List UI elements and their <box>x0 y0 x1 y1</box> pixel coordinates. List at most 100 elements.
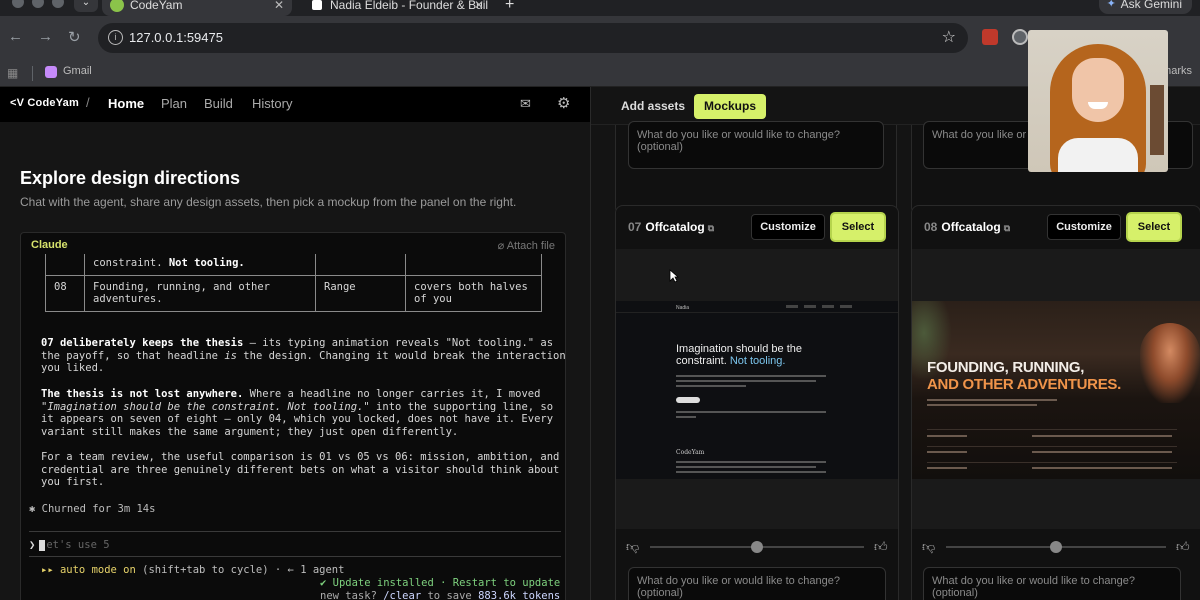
minimize-window-icon[interactable] <box>32 0 44 8</box>
mockup-text-line <box>927 399 1057 401</box>
breadcrumb-separator: / <box>86 95 90 110</box>
webcam-video-overlay <box>1028 30 1168 172</box>
tab-mockups[interactable]: Mockups <box>694 94 767 119</box>
mockup-nav-item <box>822 305 834 308</box>
mockup-page-08: FOUNDING, RUNNING, AND OTHER ADVENTURES. <box>912 301 1200 479</box>
prompt-input[interactable]: ❯ et's use 5 <box>29 539 110 552</box>
codeyam-logo[interactable]: <V CodeYam <box>10 97 79 109</box>
nav-home[interactable]: Home <box>108 96 144 111</box>
mail-icon[interactable]: ✉ <box>520 96 531 112</box>
card-name: Offcatalog <box>941 220 1001 234</box>
tab-title: Nadia Eldeib - Founder & Buil <box>330 0 489 12</box>
gmail-bookmark-icon <box>45 66 57 78</box>
mockup-divider <box>927 446 1177 447</box>
rating-slider[interactable]: 👎︎ 👍︎ <box>922 539 1192 555</box>
slider-knob[interactable] <box>1050 541 1062 553</box>
agent-name: Claude <box>31 239 68 251</box>
token-count: 883.6k tokens <box>478 590 561 600</box>
ask-gemini-label: Ask Gemini <box>1120 0 1182 11</box>
gear-icon[interactable]: ⚙ <box>557 94 570 112</box>
mockup-preview[interactable]: Nadia Imagination should be the constrai… <box>616 249 898 529</box>
close-window-icon[interactable] <box>12 0 24 8</box>
thumbs-down-icon[interactable]: 👎︎ <box>922 539 935 555</box>
url-text: 127.0.0.1:59475 <box>129 30 223 45</box>
mockup-text-line <box>676 471 826 473</box>
external-link-icon[interactable]: ⧉ <box>1004 223 1010 233</box>
mockup-preview[interactable]: FOUNDING, RUNNING, AND OTHER ADVENTURES. <box>912 249 1200 529</box>
site-info-icon[interactable]: i <box>108 30 123 45</box>
browser-toolbar: ← → ↻ i 127.0.0.1:59475 ☆ <box>0 16 1200 60</box>
mockup-text-line <box>676 461 826 463</box>
customize-button[interactable]: Customize <box>751 214 825 240</box>
mockup-text-line <box>676 411 826 413</box>
paragraph-bold: 07 deliberately keeps the thesis <box>41 337 244 349</box>
feedback-textarea[interactable]: What do you like or would like to change… <box>628 567 886 600</box>
select-button[interactable]: Select <box>1126 212 1182 242</box>
customize-button[interactable]: Customize <box>1047 214 1121 240</box>
external-link-icon[interactable]: ⧉ <box>708 223 714 233</box>
maximize-window-icon[interactable] <box>52 0 64 8</box>
ask-gemini-button[interactable]: ✦ Ask Gemini <box>1098 0 1192 14</box>
browser-tab-nadia[interactable]: Nadia Eldeib - Founder & Buil ✕ <box>302 0 492 16</box>
headline-accent: Not tooling. <box>729 355 786 367</box>
slider-knob[interactable] <box>751 541 763 553</box>
select-button[interactable]: Select <box>830 212 886 242</box>
table-row: constraint. Not tooling. <box>45 254 542 276</box>
reload-icon[interactable]: ↻ <box>68 28 81 46</box>
browser-tab-codeyam[interactable]: CodeYam ✕ <box>102 0 292 16</box>
paperclip-icon: ⌀ <box>497 240 507 252</box>
codeyam-favicon-icon <box>110 0 124 12</box>
auto-mode-status: ▸▸ auto mode on (shift+tab to cycle) · ←… <box>41 564 344 577</box>
feedback-textarea[interactable]: What do you like or would like to change… <box>923 567 1181 600</box>
browser-tabbar: ⌄ CodeYam ✕ Nadia Eldeib - Founder & Bui… <box>0 0 1200 16</box>
bookmark-gmail[interactable]: Gmail <box>63 65 92 77</box>
thumbs-up-icon[interactable]: 👍︎ <box>1176 539 1190 555</box>
webcam-person-face <box>1072 58 1124 122</box>
app-header: <V CodeYam / Home Plan Build History ✉ ⚙ <box>0 87 590 122</box>
mockup-nav-item <box>804 305 816 308</box>
attach-file-label: Attach file <box>506 240 555 252</box>
headline-text: AND OTHER <box>927 376 1017 393</box>
bookmarks-bar: ▦ Gmail marks <box>0 60 1200 87</box>
close-tab-icon[interactable]: ✕ <box>474 0 484 14</box>
mockup-page-07: Nadia Imagination should be the constrai… <box>616 301 898 479</box>
attach-file-button[interactable]: ⌀ Attach file <box>498 239 555 252</box>
tab-search-icon[interactable]: ⌄ <box>74 0 98 12</box>
thumbs-down-icon[interactable]: 👎︎ <box>626 539 639 555</box>
profile-extension-icon[interactable] <box>1012 29 1028 45</box>
new-task-text: new task? <box>320 590 384 600</box>
mockup-card-07: 07 Offcatalog ⧉ Customize Select Nadia Ima… <box>615 205 899 600</box>
webcam-bookshelf <box>1150 85 1164 155</box>
mockup-cta <box>676 397 700 403</box>
address-bar[interactable]: i 127.0.0.1:59475 ☆ <box>98 23 968 53</box>
nav-history[interactable]: History <box>252 96 292 111</box>
page-title: Explore design directions <box>20 168 241 188</box>
forward-arrow-icon[interactable]: → <box>38 28 53 45</box>
bookmark-star-icon[interactable]: ☆ <box>942 27 956 47</box>
mockup-headline: FOUNDING, RUNNING, AND OTHER ADVENTURES. <box>927 359 1121 393</box>
card-number: 07 <box>628 220 642 234</box>
gemini-sparkle-icon: ✦ <box>1106 0 1116 10</box>
close-tab-icon[interactable]: ✕ <box>274 0 284 14</box>
tab-add-assets[interactable]: Add assets <box>611 94 695 119</box>
apps-grid-icon[interactable]: ▦ <box>7 66 18 80</box>
new-task-text: to save <box>421 590 479 600</box>
new-task-hint: new task? /clear to save 883.6k tokens <box>320 590 560 600</box>
table-cell: constraint. Not tooling. <box>84 254 316 276</box>
mockup-nav-item <box>786 305 798 308</box>
rating-slider[interactable]: 👎︎ 👍︎ <box>626 539 890 555</box>
feedback-textarea[interactable]: What do you like or would like to change… <box>628 121 884 169</box>
nav-plan[interactable]: Plan <box>161 96 187 111</box>
extension-icon[interactable] <box>982 29 998 45</box>
mockup-text-line <box>676 466 816 468</box>
update-status: ✔ Update installed · Restart to update <box>320 577 561 589</box>
thumbs-up-icon[interactable]: 👍︎ <box>874 539 888 555</box>
triangle-favicon-icon <box>312 0 322 10</box>
divider <box>29 531 561 532</box>
chat-paragraph: For a team review, the useful comparison… <box>41 451 560 489</box>
table-cell <box>45 254 85 276</box>
back-arrow-icon[interactable]: ← <box>8 28 23 45</box>
nav-build[interactable]: Build <box>204 96 233 111</box>
table-cell-a: constraint. <box>93 257 169 269</box>
new-tab-button[interactable]: + <box>505 0 514 14</box>
